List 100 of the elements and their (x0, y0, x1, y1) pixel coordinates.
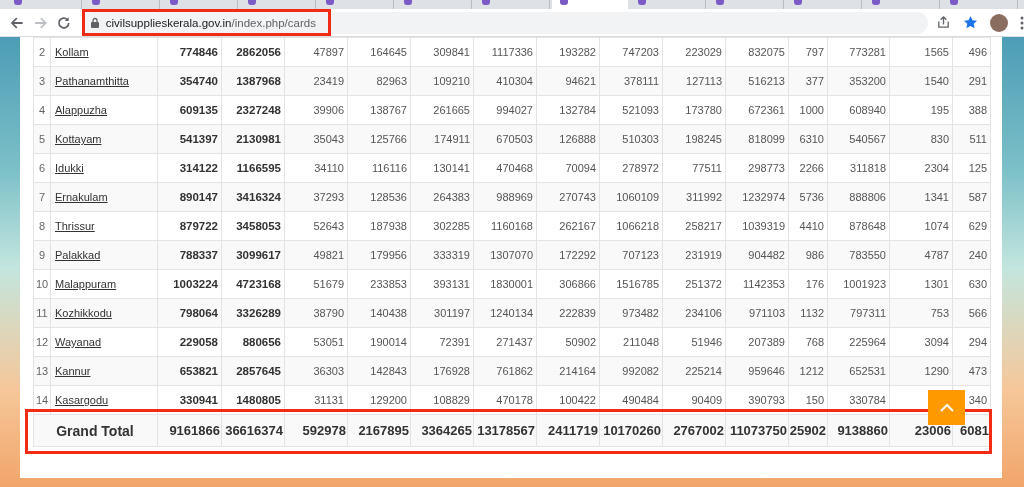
table-cell: 3094 (889, 327, 953, 357)
avatar[interactable] (990, 13, 1008, 32)
table-cell: 4723168 (221, 269, 285, 299)
total-cell: 13178567 (473, 414, 537, 447)
table-cell: 190014 (347, 327, 411, 357)
share-icon[interactable] (936, 15, 951, 30)
table-cell: 1039319 (725, 211, 789, 241)
district-link[interactable]: Kasargodu (55, 394, 109, 406)
row-number: 10 (33, 269, 51, 299)
table-cell: 126888 (536, 124, 600, 154)
district-link[interactable]: Kottayam (55, 133, 102, 145)
table-cell: 1066218 (599, 211, 663, 241)
table-cell: 4787 (889, 240, 953, 270)
table-cell: 774846 (157, 37, 222, 67)
table-cell: 211048 (599, 327, 663, 357)
table-cell: 880656 (221, 327, 285, 357)
table-cell: 176 (788, 269, 828, 299)
table-cell: 768 (788, 327, 828, 357)
table-cell: 410304 (473, 66, 537, 96)
table-cell: 797 (788, 37, 828, 67)
total-cell: 592978 (284, 414, 348, 447)
table-cell: 988969 (473, 182, 537, 212)
table-cell: 753 (889, 298, 953, 328)
table-cell: 1142353 (725, 269, 789, 299)
table-cell: 138767 (347, 95, 411, 125)
table-cell: 1003224 (157, 269, 222, 299)
table-cell: 261665 (410, 95, 474, 125)
table-cell: 51946 (662, 327, 726, 357)
table-cell: 2327248 (221, 95, 285, 125)
table-cell: 173780 (662, 95, 726, 125)
total-cell: 3364265 (410, 414, 474, 447)
table-cell: 830 (889, 124, 953, 154)
district-link[interactable]: Idukki (55, 162, 84, 174)
menu-icon[interactable] (1020, 15, 1024, 30)
table-cell: 298773 (725, 153, 789, 183)
table-cell: 510303 (599, 124, 663, 154)
table-cell: 788337 (157, 240, 222, 270)
table-cell: 630 (952, 269, 991, 299)
table-cell: 521093 (599, 95, 663, 125)
star-icon[interactable] (963, 15, 978, 30)
table-cell: 77511 (662, 153, 726, 183)
table-cell: 1387968 (221, 66, 285, 96)
table-cell: 609135 (157, 95, 222, 125)
chevron-up-icon (939, 403, 954, 412)
table-cell: 1516785 (599, 269, 663, 299)
table-cell: 262167 (536, 211, 600, 241)
table-cell: 164645 (347, 37, 411, 67)
table-cell: 1232974 (725, 182, 789, 212)
table-cell: 258217 (662, 211, 726, 241)
district-link[interactable]: Kannur (55, 365, 91, 377)
table-cell: 4410 (788, 211, 828, 241)
table-cell: 2862056 (221, 37, 285, 67)
browser-tab[interactable] (552, 0, 628, 9)
reload-icon[interactable] (56, 14, 72, 31)
table-cell: 179956 (347, 240, 411, 270)
district-link[interactable]: Alappuzha (55, 104, 107, 116)
district-link[interactable]: Palakkad (55, 249, 101, 261)
table-cell: 172292 (536, 240, 600, 270)
table-cell: 653821 (157, 356, 222, 386)
table-cell: 187938 (347, 211, 411, 241)
table-cell: 264383 (410, 182, 474, 212)
table-cell: 1830001 (473, 269, 537, 299)
district-link[interactable]: Wayanad (55, 336, 102, 348)
table-cell: 53051 (284, 327, 348, 357)
table-cell: 214164 (536, 356, 600, 386)
table-cell: 890147 (157, 182, 222, 212)
total-cell: 2767002 (662, 414, 726, 447)
total-label: Grand Total (33, 414, 158, 447)
table-cell: 797311 (827, 298, 890, 328)
table-cell: 1341 (889, 182, 953, 212)
table-cell: 540567 (827, 124, 890, 154)
table-cell: 39906 (284, 95, 348, 125)
district-link[interactable]: Kollam (55, 46, 89, 58)
table-cell: 231919 (662, 240, 726, 270)
table-cell: 223029 (662, 37, 726, 67)
table-cell: 608940 (827, 95, 890, 125)
table-cell: 541397 (157, 124, 222, 154)
district-link[interactable]: Ernakulam (55, 191, 108, 203)
district-link[interactable]: Thrissur (55, 220, 95, 232)
table-cell: 333319 (410, 240, 474, 270)
table-cell: 971103 (725, 298, 789, 328)
table-cell: 34110 (284, 153, 348, 183)
table-cell: 52643 (284, 211, 348, 241)
table-cell: 1301 (889, 269, 953, 299)
table-cell: 234106 (662, 298, 726, 328)
table-cell: 82963 (347, 66, 411, 96)
table-cell: 127113 (662, 66, 726, 96)
table-cell: 3099617 (221, 240, 285, 270)
total-cell: 11073750 (725, 414, 789, 447)
table-cell: 51679 (284, 269, 348, 299)
table-cell: 761862 (473, 356, 537, 386)
table-cell: 992082 (599, 356, 663, 386)
table-cell: 36303 (284, 356, 348, 386)
table-cell: 3416324 (221, 182, 285, 212)
table-cell: 2304 (889, 153, 953, 183)
table-cell: 50902 (536, 327, 600, 357)
table-cell: 198245 (662, 124, 726, 154)
table-cell: 311992 (662, 182, 726, 212)
row-number: 4 (33, 95, 51, 125)
table-cell: 49821 (284, 240, 348, 270)
